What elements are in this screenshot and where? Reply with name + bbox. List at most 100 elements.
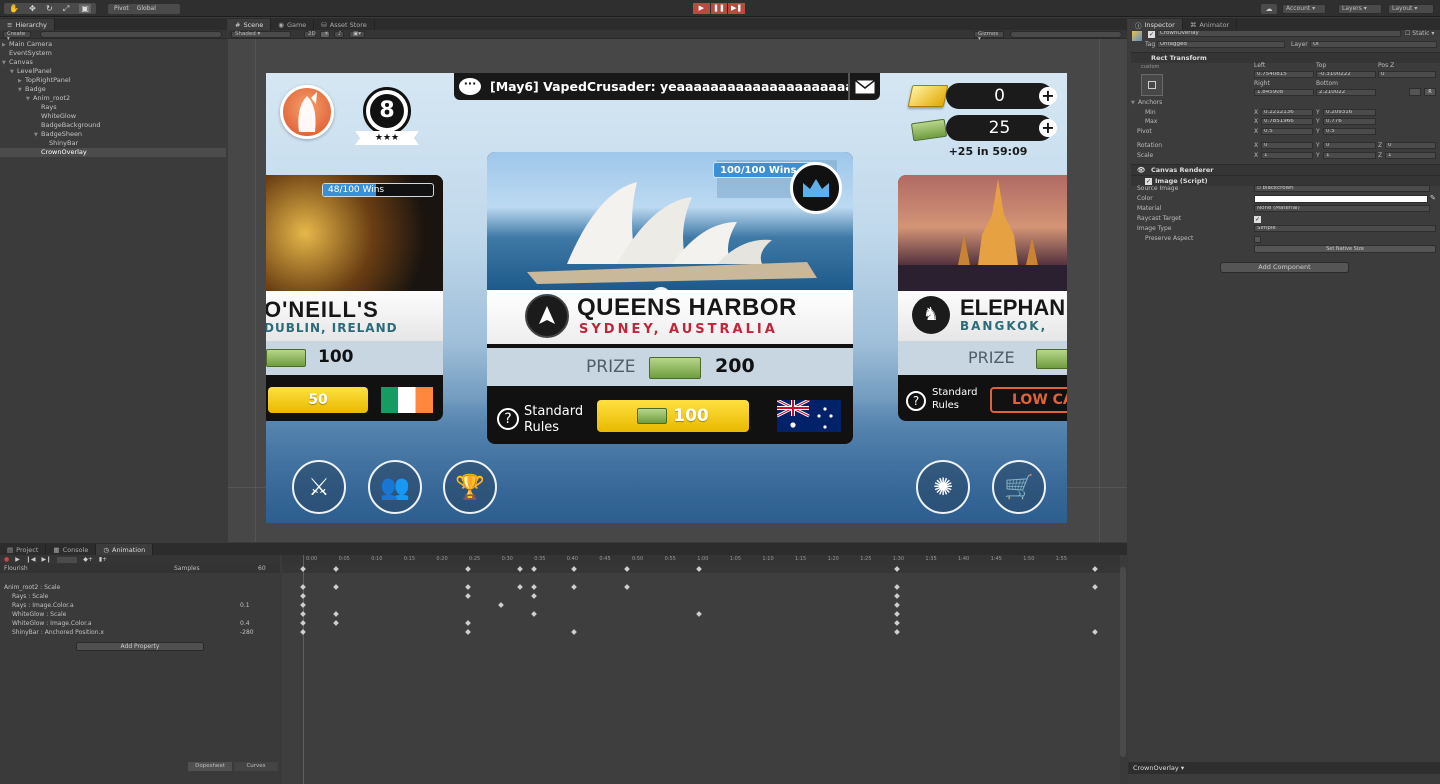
preserve-checkbox[interactable] (1254, 236, 1261, 243)
create-dropdown[interactable]: Create ▾ (3, 31, 31, 42)
timeline[interactable]: 0:00 0:05 0:10 0:15 0:20 0:25 0:30 0:35 0:40 0:45… (282, 555, 1120, 784)
top-field[interactable]: -0.3100222 (1316, 71, 1376, 78)
add-property-button[interactable]: Add Property (76, 642, 204, 651)
mail-button[interactable] (848, 73, 880, 100)
clip-dropdown[interactable]: Flourish (4, 565, 28, 572)
posz-field[interactable]: 0 (1378, 71, 1436, 78)
hierarchy-row[interactable]: ▶ Main Camera (0, 40, 226, 49)
max-x-field[interactable]: 0.7851966 (1261, 118, 1313, 125)
keyframe[interactable] (531, 584, 537, 590)
queens-play-button[interactable]: 100 (597, 400, 749, 432)
keyframe[interactable] (531, 611, 537, 617)
hierarchy-row[interactable]: ▼ Anim_root2 (0, 94, 226, 103)
keyframe[interactable] (300, 611, 306, 617)
samples-value[interactable]: 60 (258, 564, 266, 573)
keyframe[interactable] (465, 629, 471, 635)
step-button[interactable]: ▶❚ (728, 3, 746, 14)
color-swatch[interactable] (1254, 195, 1428, 203)
eyedropper-icon[interactable]: ✎ (1430, 194, 1436, 202)
pivot-button[interactable]: Pivot Global (108, 4, 180, 14)
play-button[interactable]: ▶ (693, 3, 710, 14)
max-y-field[interactable]: 0.776 (1323, 118, 1376, 125)
shading-dropdown[interactable]: Shaded ▾ (231, 31, 291, 38)
bangkok-low-cash-button[interactable]: LOW CA (990, 387, 1067, 413)
keyframe[interactable] (624, 584, 630, 590)
keyframe[interactable] (894, 584, 900, 590)
wheel-button[interactable]: ✺ (916, 460, 970, 514)
frame-field[interactable] (57, 556, 78, 563)
image-type-dropdown[interactable]: Simple (1254, 225, 1436, 232)
native-size-button[interactable]: Set Native Size (1254, 245, 1436, 253)
dopesheet-tab[interactable]: Dopesheet (188, 762, 232, 771)
keyframe[interactable] (894, 629, 900, 635)
static-toggle[interactable]: ☐ Static ▾ (1405, 30, 1434, 37)
layer-dropdown[interactable]: UI (1310, 41, 1437, 48)
hierarchy-row[interactable]: ▶ TopRightPanel (0, 76, 226, 85)
tab-animation[interactable]: ◷ Animation (96, 544, 154, 555)
pivot-x-field[interactable]: 0.5 (1261, 128, 1313, 135)
keyframe[interactable] (571, 629, 577, 635)
scene-search-input[interactable] (1010, 31, 1122, 38)
record-icon[interactable]: ● (4, 556, 9, 563)
rot-z-field[interactable]: 0 (1385, 142, 1436, 149)
keyframe[interactable] (300, 602, 306, 608)
anchors-row[interactable]: ▼ Anchors (1131, 98, 1438, 108)
layers-dropdown[interactable]: Layers ▾ (1338, 4, 1382, 14)
venue-card-dublin[interactable]: 48/100 Wins O'NEILL'S DUBLIN, IRELAND 10… (266, 175, 443, 421)
tag-dropdown[interactable]: Untagged (1157, 41, 1285, 48)
keyframe[interactable] (571, 584, 577, 590)
keyframe[interactable] (465, 584, 471, 590)
raycast-checkbox[interactable]: ✓ (1254, 216, 1261, 223)
hierarchy-row[interactable]: EventSystem (0, 49, 226, 58)
keyframe[interactable] (1092, 629, 1098, 635)
dublin-play-button[interactable]: 50 (268, 387, 368, 413)
keyframe[interactable] (300, 629, 306, 635)
anchor-preset-icon[interactable] (1141, 74, 1163, 96)
pause-button[interactable]: ❚❚ (710, 3, 728, 14)
object-name-field[interactable]: CrownOverlay (1157, 30, 1401, 37)
audio-toggle[interactable]: ♪ (334, 31, 344, 38)
add-event-icon[interactable]: ▮+ (99, 556, 107, 563)
blueprint-button[interactable] (1409, 88, 1421, 96)
timeline-scrollbar[interactable] (1120, 567, 1126, 757)
tab-animator[interactable]: ⌘ Animator (1183, 19, 1238, 30)
keyframe[interactable] (696, 611, 702, 617)
hierarchy-row[interactable]: ▼ BadgeSheen (0, 130, 226, 139)
right-field[interactable]: 1.845908 (1254, 89, 1314, 96)
source-image-field[interactable]: ▫ blackcrown (1254, 185, 1430, 192)
hierarchy-row[interactable]: WhiteGlow (0, 112, 226, 121)
animation-property-row[interactable]: WhiteGlow : Scale (0, 610, 280, 619)
property-value[interactable]: 0.1 (240, 601, 250, 610)
hierarchy-row[interactable]: ShinyBar (0, 139, 226, 148)
animation-property-row[interactable]: WhiteGlow : Image.Color.a 0.4 (0, 619, 280, 628)
trophy-button[interactable]: 🏆 (443, 460, 497, 514)
rot-x-field[interactable]: 0 (1261, 142, 1313, 149)
tab-inspector[interactable]: ⓘ Inspector (1128, 19, 1183, 30)
venue-card-bangkok[interactable]: ♞ ELEPHAN BANGKOK, PRIZE ? Standard Rule… (898, 175, 1067, 421)
tab-scene[interactable]: # Scene (228, 19, 272, 30)
property-value[interactable]: 0.4 (240, 619, 250, 628)
friends-button[interactable]: 👥 (368, 460, 422, 514)
hierarchy-row[interactable]: ▼ Badge (0, 85, 226, 94)
tab-hierarchy[interactable]: ≡ Hierarchy (0, 19, 55, 30)
min-x-field[interactable]: 0.2212136 (1261, 109, 1313, 116)
left-field[interactable]: 0.7540815 (1254, 71, 1314, 78)
add-keyframe-icon[interactable]: ◆+ (83, 556, 93, 563)
rect-tool-icon[interactable]: ▣ (79, 4, 91, 13)
play-icon[interactable]: ▶ (15, 556, 20, 563)
avatar[interactable] (280, 85, 334, 139)
pivot-y-field[interactable]: 0.5 (1323, 128, 1376, 135)
rotate-tool-icon[interactable]: ↻ (46, 4, 53, 13)
2d-toggle[interactable]: 2D (304, 31, 316, 38)
keyframe[interactable] (465, 593, 471, 599)
time-ruler[interactable]: 0:00 0:05 0:10 0:15 0:20 0:25 0:30 0:35 0:40 0:45… (282, 555, 1120, 564)
hierarchy-row[interactable]: CrownOverlay (0, 148, 226, 157)
keyframe[interactable] (465, 620, 471, 626)
next-key-icon[interactable]: ▶❙ (42, 556, 52, 563)
tab-console[interactable]: ▦ Console (46, 544, 97, 555)
chat-bar[interactable]: ··· [May6] VapedCrusader: yeaaaaaaaaaaaa… (454, 73, 880, 100)
min-y-field[interactable]: 0.209316 (1323, 109, 1376, 116)
lighting-toggle[interactable]: ☀ (320, 31, 330, 38)
add-component-button[interactable]: Add Component (1220, 262, 1349, 273)
prev-key-icon[interactable]: ❙◀ (26, 556, 36, 563)
